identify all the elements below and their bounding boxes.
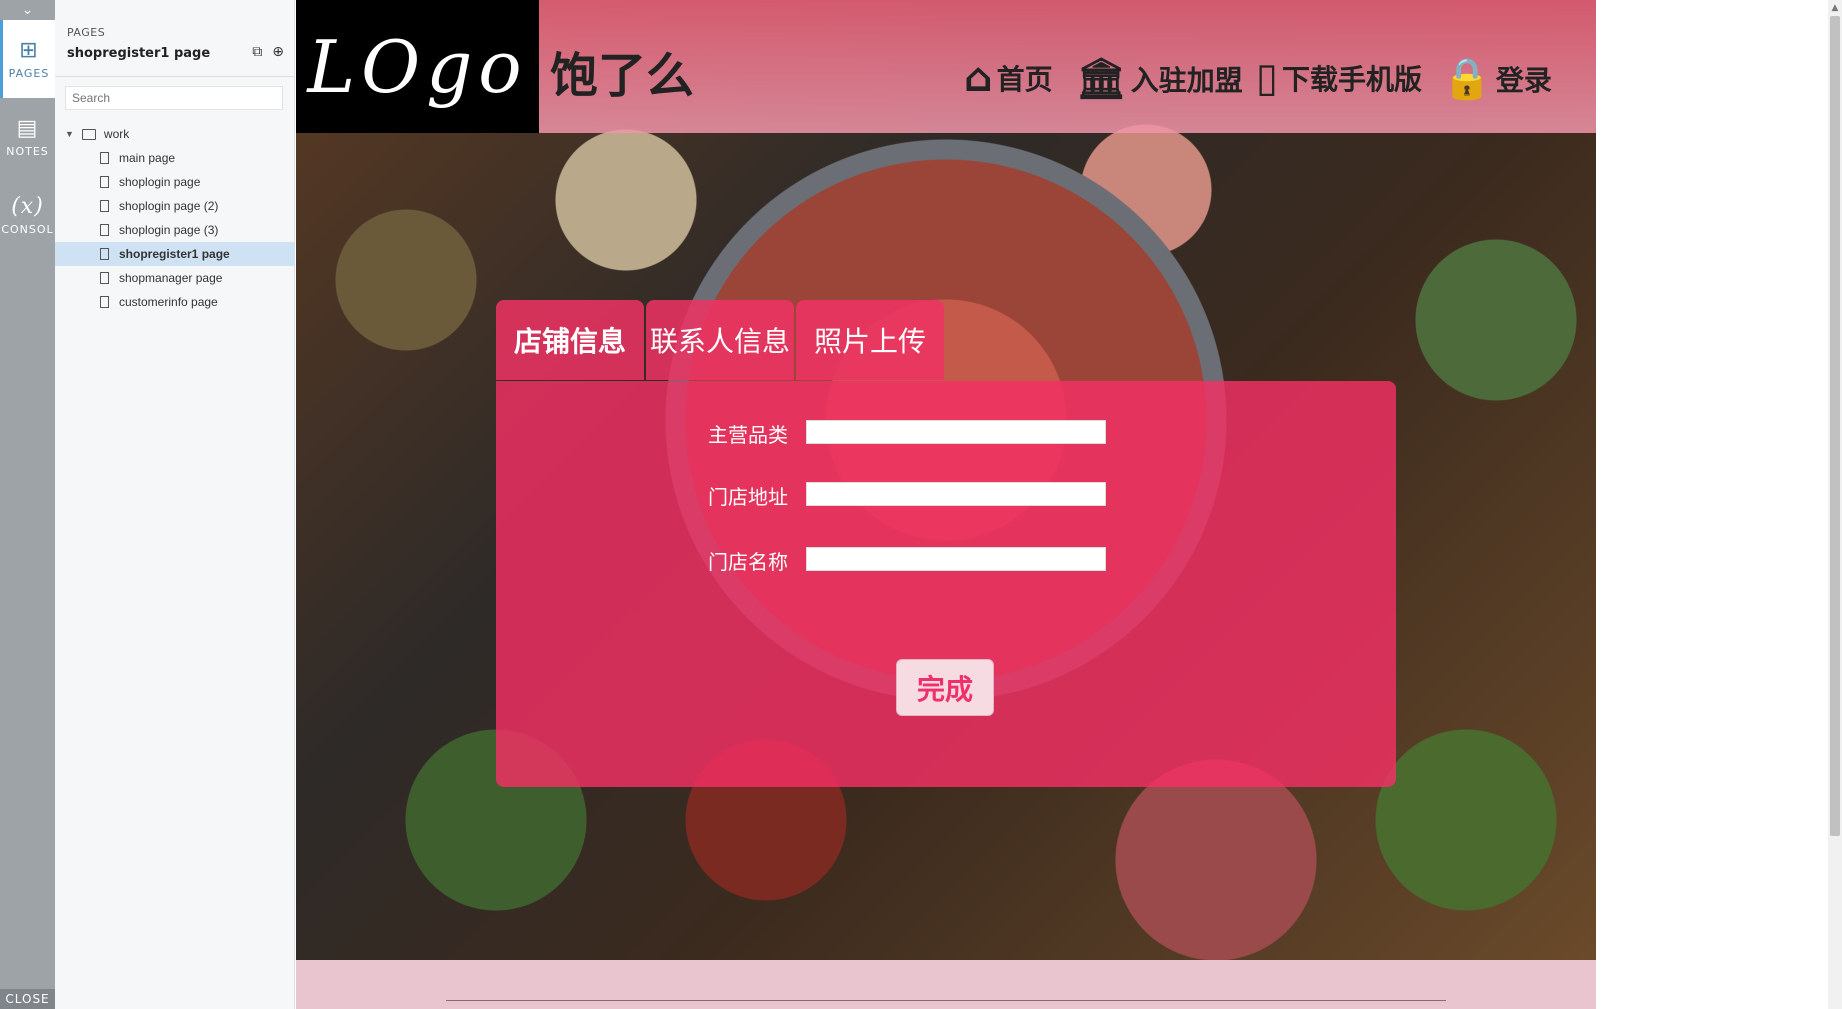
page-icon — [100, 200, 109, 212]
close-button[interactable]: CLOSE — [0, 989, 55, 1009]
page-icon — [100, 272, 109, 284]
scroll-thumb[interactable] — [1830, 16, 1840, 836]
notes-icon: ▤ — [16, 116, 39, 141]
sitemap-icon: ⊞ — [19, 38, 39, 63]
page-label: shoplogin page (2) — [119, 199, 219, 213]
tab-shop-info[interactable]: 店铺信息 — [496, 300, 644, 380]
mobile-icon: ▯ — [1256, 55, 1279, 101]
scroll-up-icon[interactable]: ▲ — [1828, 0, 1842, 16]
address-input[interactable] — [806, 482, 1106, 506]
page-tree: ▼ work main page shoplogin page shoplogi… — [55, 122, 295, 314]
page-label: shopmanager page — [119, 271, 223, 285]
panel-caption: PAGES — [67, 26, 106, 39]
folder-label: work — [103, 127, 130, 141]
page-icon — [100, 152, 109, 164]
page-label: main page — [119, 151, 176, 165]
address-label: 门店地址 — [708, 485, 788, 509]
footer-divider — [446, 1000, 1446, 1001]
category-label: 主营品类 — [708, 423, 788, 447]
rail-tab-label: NOTES — [6, 145, 49, 158]
export-icon[interactable]: ⧉ — [252, 44, 262, 60]
page-label: shopregister1 page — [119, 247, 230, 261]
nav-login[interactable]: 🔒 登录 — [1442, 55, 1552, 102]
site-header: LOgo 饱了么 ⌂ 首页 🏛 入驻加盟 ▯ 下载手机版 🔒 登录 — [296, 0, 1596, 133]
tab-photo-upload[interactable]: 照片上传 — [796, 300, 944, 380]
rail-tab-label: CONSOL — [1, 223, 54, 236]
page-label: shoplogin page — [119, 175, 201, 189]
nav-download-mobile[interactable]: ▯ 下载手机版 — [1256, 55, 1422, 101]
home-icon: ⌂ — [964, 55, 993, 101]
current-page-title: shopregister1 page — [67, 46, 211, 61]
rail-tab-label: PAGES — [8, 67, 50, 80]
page-icon — [100, 248, 109, 260]
tree-page-item[interactable]: customerinfo page — [55, 290, 295, 314]
rail-tab-pages[interactable]: ⊞ PAGES — [0, 20, 55, 98]
bank-icon: 🏛 — [1076, 56, 1127, 102]
left-rail: ⌄ ⊞ PAGES ▤ NOTES (x) CONSOL CLOSE — [0, 0, 55, 1009]
tree-page-item[interactable]: shoplogin page — [55, 170, 295, 194]
nav-join[interactable]: 🏛 入驻加盟 — [1076, 55, 1243, 102]
divider — [55, 76, 295, 77]
search-page-icon[interactable]: ⊕ — [272, 44, 284, 60]
shop-name-input[interactable] — [806, 547, 1106, 571]
nav-label: 下载手机版 — [1282, 63, 1423, 96]
caret-down-icon[interactable]: ▼ — [65, 129, 74, 139]
search-input[interactable] — [65, 86, 283, 110]
tree-page-item[interactable]: shopmanager page — [55, 266, 295, 290]
pages-panel: PAGES shopregister1 page ⧉ ⊕ ▼ work main… — [55, 0, 295, 1009]
nav-label: 首页 — [996, 63, 1053, 96]
page-icon — [100, 176, 109, 188]
prototype-canvas: LOgo 饱了么 ⌂ 首页 🏛 入驻加盟 ▯ 下载手机版 🔒 登录 店铺信息 联… — [296, 0, 1596, 1009]
shop-info-form: 主营品类 门店地址 门店名称 完成 — [496, 381, 1396, 787]
category-input[interactable] — [806, 420, 1106, 444]
folder-icon — [81, 128, 96, 140]
shop-name-label: 门店名称 — [708, 550, 788, 574]
brand-name: 饱了么 — [550, 48, 695, 104]
variable-icon: (x) — [11, 194, 44, 219]
tab-contact-info[interactable]: 联系人信息 — [646, 300, 794, 380]
tree-folder-work[interactable]: ▼ work — [55, 122, 295, 146]
page-label: shoplogin page (3) — [119, 223, 219, 237]
nav-label: 入驻加盟 — [1130, 63, 1243, 97]
collapse-chevron-icon[interactable]: ⌄ — [0, 0, 55, 20]
tree-page-item[interactable]: main page — [55, 146, 295, 170]
page-icon — [100, 296, 109, 308]
register-tabs: 店铺信息 联系人信息 照片上传 — [496, 300, 944, 380]
rail-tab-notes[interactable]: ▤ NOTES — [0, 98, 55, 176]
page-scrollbar[interactable]: ▲ — [1828, 0, 1842, 1009]
tree-page-item-selected[interactable]: shopregister1 page — [55, 242, 295, 266]
tree-page-item[interactable]: shoplogin page (2) — [55, 194, 295, 218]
nav-label: 登录 — [1495, 63, 1552, 97]
logo[interactable]: LOgo — [296, 0, 539, 133]
nav-home[interactable]: ⌂ 首页 — [964, 55, 1053, 101]
page-icon — [100, 224, 109, 236]
page-label: customerinfo page — [119, 295, 218, 309]
rail-tab-console[interactable]: (x) CONSOL — [0, 176, 55, 254]
done-button[interactable]: 完成 — [896, 659, 994, 716]
tree-page-item[interactable]: shoplogin page (3) — [55, 218, 295, 242]
lock-icon: 🔒 — [1442, 56, 1492, 102]
